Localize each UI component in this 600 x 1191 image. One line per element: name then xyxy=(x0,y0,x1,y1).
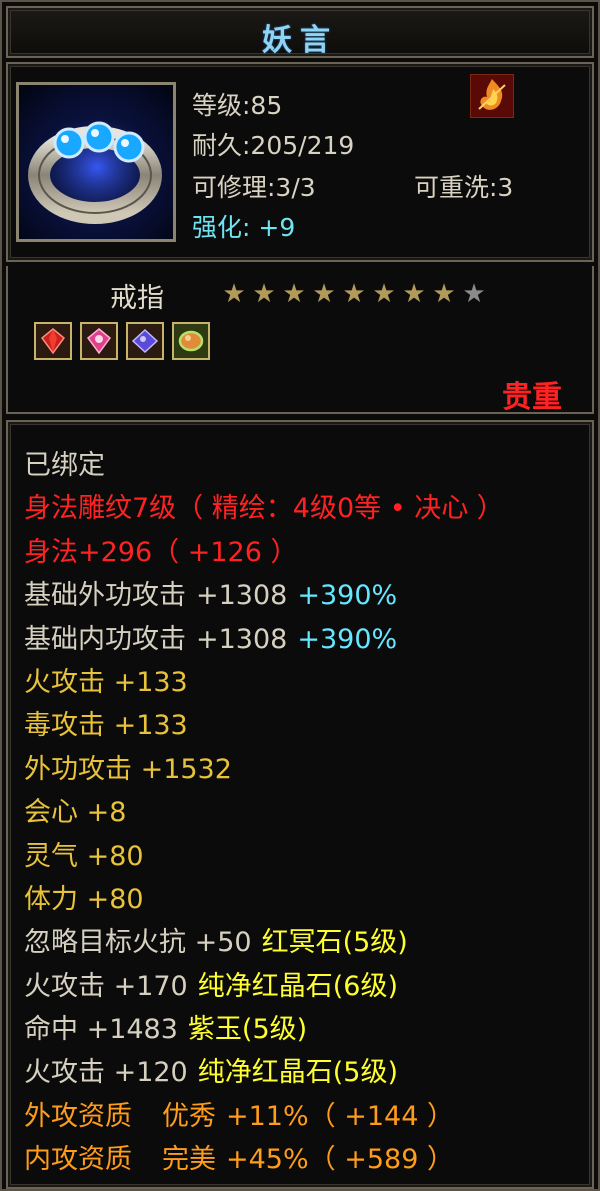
red-gem-icon[interactable] xyxy=(34,322,72,360)
rarity-label: 贵重 xyxy=(502,380,562,415)
star-icon: ★ xyxy=(372,279,396,309)
gem-slots xyxy=(34,322,210,360)
item-type: 戒指 xyxy=(110,283,164,314)
ring-icon xyxy=(16,82,176,242)
star-icon: ★ xyxy=(402,279,426,309)
star-icon: ★ xyxy=(252,279,276,309)
gem-name: 纯净红晶石 xyxy=(197,1057,333,1089)
bound-status: 已绑定 xyxy=(24,450,105,481)
aptitude-label: 外攻资质 xyxy=(24,1100,132,1132)
star-icon: ★ xyxy=(282,279,306,309)
purple-gem-icon[interactable] xyxy=(126,322,164,360)
aptitude-value: +45%（ +589 ） xyxy=(226,1144,454,1176)
spirit: 灵气 +80 xyxy=(24,840,144,872)
stamina: 体力 +80 xyxy=(24,883,144,915)
aptitude-label: 内攻资质 xyxy=(24,1144,132,1176)
star-empty-icon: ★ xyxy=(462,279,486,309)
base-outer-attack: 基础外功攻击 +1308 +390% xyxy=(24,578,584,621)
aptitude-grade: 完美 xyxy=(162,1144,216,1176)
crit: 会心 +8 xyxy=(24,797,127,829)
gem-stat: 忽略目标火抗 +50 xyxy=(24,927,252,959)
gem-stat: 火攻击 +120 xyxy=(24,1057,188,1089)
gem-name: 红冥石 xyxy=(261,927,343,959)
gem-attr-3: 命中 +1483 紫玉(5级) xyxy=(24,1012,584,1055)
aptitude-outer: 外攻资质 优秀 +11%（ +144 ） xyxy=(24,1099,584,1142)
gem-attr-2: 火攻击 +170 纯净红晶石(6级) xyxy=(24,969,584,1012)
gem-level: (5级) xyxy=(241,1014,308,1046)
item-rewashable: 可重洗:3 xyxy=(414,173,514,202)
aptitude-inner: 内攻资质 完美 +45%（ +589 ） xyxy=(24,1142,584,1185)
gem-stat: 火攻击 +170 xyxy=(24,970,188,1002)
fire-attack: 火攻击 +133 xyxy=(24,666,188,698)
gem-level: (5级) xyxy=(332,1057,398,1089)
star-icon: ★ xyxy=(342,279,366,309)
item-level: 等级:85 xyxy=(192,91,283,120)
enhance-value: +9 xyxy=(258,213,296,242)
gem-attr-1: 忽略目标火抗 +50 红冥石(5级) xyxy=(24,925,584,968)
attr-percent: +390% xyxy=(297,580,398,612)
engrave-line: 身法雕纹7级（ 精绘：4级0等 • 决心 ） xyxy=(24,493,504,525)
pink-gem-icon[interactable] xyxy=(80,322,118,360)
item-tooltip: 妖言 等级:85 耐久:205/219 可修理:3/3 可重洗:3 强化: +9… xyxy=(0,0,600,1191)
attribute-list: 已绑定 身法雕纹7级（ 精绘：4级0等 • 决心 ） 身法+296（ +126 … xyxy=(24,448,584,1186)
item-name: 妖言 xyxy=(262,23,338,58)
gem-attr-4: 火攻击 +120 纯净红晶石(5级) xyxy=(24,1055,584,1098)
star-rating: ★ ★ ★ ★ ★ ★ ★ ★ ★ xyxy=(220,280,488,310)
green-orange-gem-icon[interactable] xyxy=(172,322,210,360)
star-icon: ★ xyxy=(312,279,336,309)
attr-value: +1308 xyxy=(196,623,288,655)
poison-attack: 毒攻击 +133 xyxy=(24,710,188,742)
gem-name: 紫玉 xyxy=(187,1014,242,1046)
attr-label: 基础外功攻击 xyxy=(24,580,186,612)
gem-level: (5级) xyxy=(342,927,408,959)
gem-name: 纯净红晶石 xyxy=(197,970,333,1002)
enhance-label: 强化: xyxy=(192,213,251,242)
flame-icon xyxy=(470,74,514,118)
star-icon: ★ xyxy=(432,279,456,309)
item-repairable: 可修理:3/3 xyxy=(192,173,316,202)
gem-level: (6级) xyxy=(332,970,398,1002)
item-durability: 耐久:205/219 xyxy=(192,131,355,160)
attr-label: 基础内功攻击 xyxy=(24,623,186,655)
base-inner-attack: 基础内功攻击 +1308 +390% xyxy=(24,622,584,665)
aptitude-value: +11%（ +144 ） xyxy=(226,1100,454,1132)
outer-attack: 外功攻击 +1532 xyxy=(24,753,232,785)
attr-value: +1308 xyxy=(196,580,288,612)
attr-percent: +390% xyxy=(297,623,398,655)
shenfa-bonus: （ +126 ） xyxy=(152,536,298,568)
shenfa-base: 身法+296 xyxy=(24,536,153,568)
item-enhance: 强化: +9 xyxy=(192,208,295,244)
gem-stat: 命中 +1483 xyxy=(24,1014,178,1046)
title-bar: 妖言 xyxy=(6,6,594,58)
star-icon: ★ xyxy=(222,279,246,309)
shenfa-line: 身法+296（ +126 ） xyxy=(24,535,584,578)
aptitude-grade: 优秀 xyxy=(162,1100,216,1132)
